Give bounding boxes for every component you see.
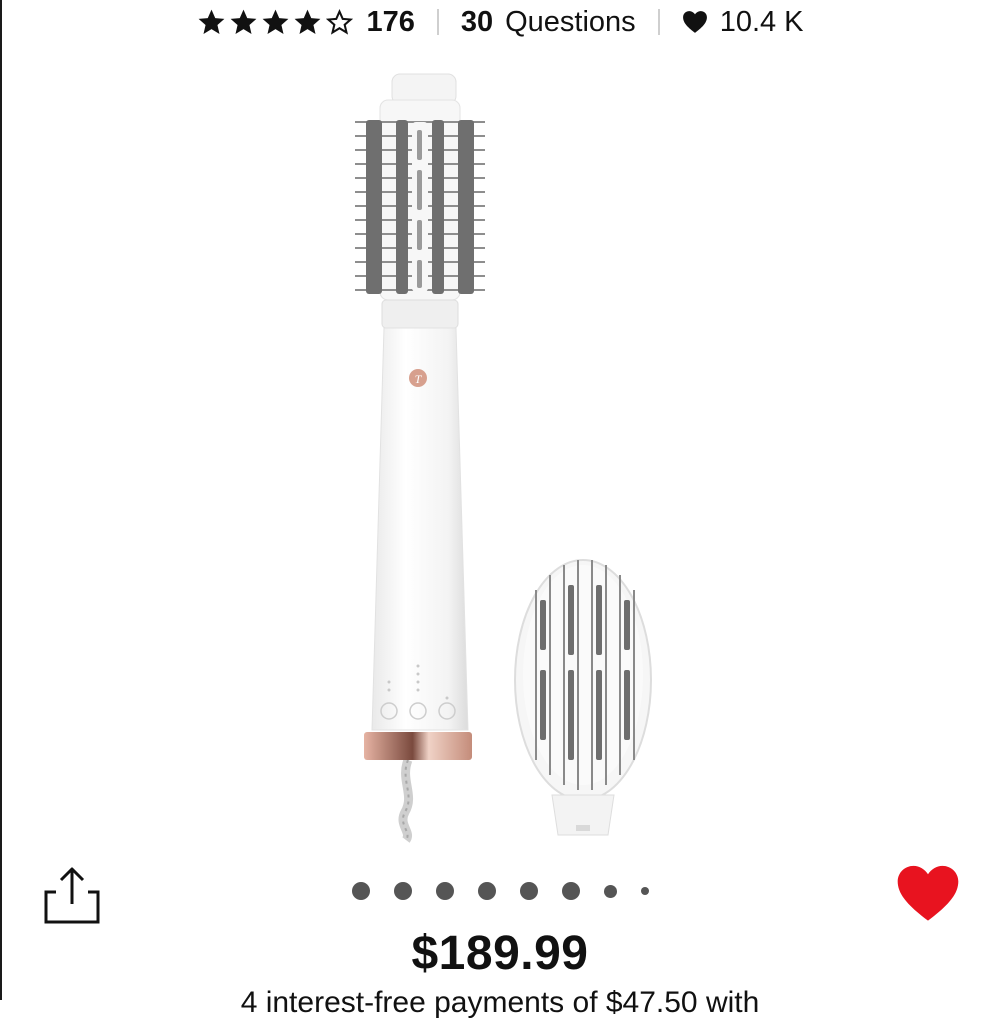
- carousel-dot[interactable]: [351, 882, 370, 900]
- star-outline-icon: [326, 8, 354, 35]
- stats-divider: [657, 9, 660, 35]
- price: $189.99: [411, 927, 589, 980]
- loves-count: 10.4 K: [719, 5, 804, 38]
- carousel-dot[interactable]: [435, 882, 454, 900]
- review-count[interactable]: 176: [366, 6, 414, 39]
- questions-count[interactable]: 30: [461, 6, 493, 39]
- carousel-dot[interactable]: [519, 882, 538, 900]
- star-rating[interactable]: [196, 7, 356, 38]
- favorite-heart-icon[interactable]: [896, 864, 960, 922]
- carousel-dot[interactable]: [477, 882, 496, 900]
- left-edge: [0, 0, 2, 1000]
- carousel-dot[interactable]: [393, 882, 412, 900]
- heart-icon: [682, 11, 707, 33]
- stats-divider: [436, 9, 439, 35]
- questions-label[interactable]: Questions: [505, 6, 636, 39]
- star-icon: [295, 9, 321, 34]
- product-image[interactable]: T: [300, 60, 700, 860]
- star-icon: [199, 9, 225, 34]
- star-icon: [231, 9, 257, 34]
- carousel-indicator: [0, 882, 1000, 900]
- product-stats-bar: 176 30 Questions 10.4 K: [0, 0, 1000, 44]
- hot-air-brush-illustration: T: [355, 73, 652, 843]
- carousel-dot[interactable]: [603, 884, 617, 898]
- carousel-dot[interactable]: [640, 887, 649, 895]
- star-icon: [263, 9, 289, 34]
- carousel-dot[interactable]: [561, 882, 580, 900]
- installments-text: 4 interest-free payments of $47.50 with: [240, 986, 760, 1019]
